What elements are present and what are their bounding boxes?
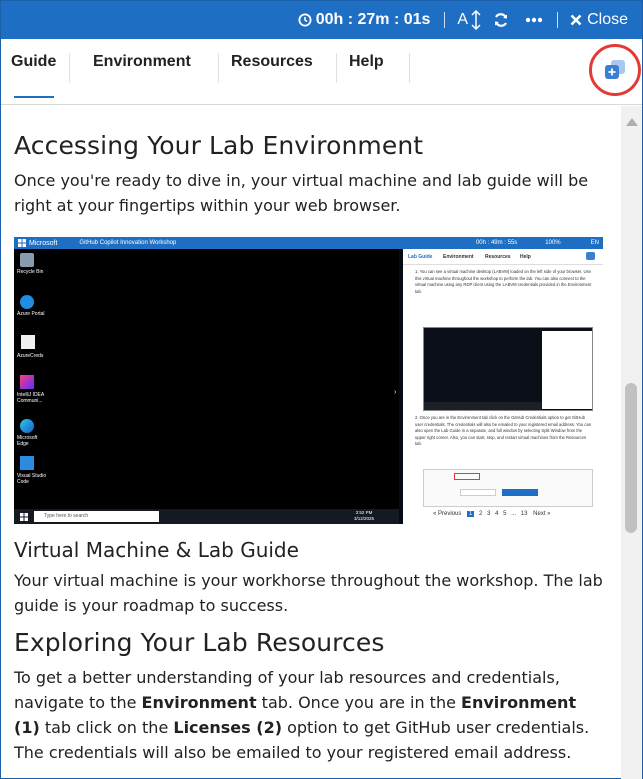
divider bbox=[444, 12, 446, 28]
more-options-button[interactable] bbox=[525, 17, 543, 23]
close-icon bbox=[570, 14, 582, 26]
embedded-tabs: Lab Guide Environment Resources Help bbox=[403, 249, 603, 265]
recycle-bin-icon bbox=[20, 253, 34, 267]
split-window-icon bbox=[605, 60, 625, 79]
pager-page: 3 bbox=[487, 511, 491, 517]
screenshot-top-bar: Microsoft GitHub Copilot Innovation Work… bbox=[14, 237, 603, 249]
bold-text: Environment bbox=[141, 693, 257, 712]
top-bar: 00h : 27m : 01s A Close bbox=[1, 1, 642, 39]
refresh-button[interactable] bbox=[493, 12, 509, 28]
pager-page: 5 bbox=[503, 511, 507, 517]
embedded-tab: Lab Guide bbox=[408, 254, 433, 260]
desktop-icon-label: IntelliJ IDEA Communi... bbox=[17, 392, 44, 404]
section-subheading: Virtual Machine & Lab Guide bbox=[14, 538, 299, 562]
guide-content: Accessing Your Lab Environment Once you'… bbox=[1, 106, 621, 779]
pager-page: 1 bbox=[467, 511, 475, 517]
vm-taskbar: Type here to search 3:52 PM 3/12/2025 bbox=[14, 509, 399, 524]
clock-icon bbox=[298, 13, 312, 27]
pager-next: Next » bbox=[533, 511, 551, 517]
pager-page: 4 bbox=[495, 511, 499, 517]
scrollbar-thumb[interactable] bbox=[625, 383, 637, 533]
desktop-icon-label: Azure Portal bbox=[17, 311, 45, 317]
screenshot-lang: EN bbox=[590, 240, 599, 246]
section-heading: Accessing Your Lab Environment bbox=[14, 131, 424, 160]
desktop-icon-label: AzureCreds bbox=[17, 353, 44, 359]
pager-ellipsis: ... bbox=[511, 511, 517, 517]
embedded-tab: Help bbox=[520, 254, 531, 260]
desktop-icon-label: Visual Studio Code bbox=[17, 473, 47, 485]
screenshot-timer: 00h : 49m : 55s bbox=[475, 240, 518, 246]
tab-resources[interactable]: Resources bbox=[231, 53, 313, 71]
taskbar-search: Type here to search bbox=[34, 511, 159, 522]
tab-help[interactable]: Help bbox=[349, 53, 384, 71]
azure-portal-icon bbox=[20, 295, 34, 309]
edge-icon bbox=[20, 419, 34, 433]
tab-guide[interactable]: Guide bbox=[11, 53, 56, 71]
tab-environment[interactable]: Environment bbox=[93, 53, 191, 71]
embedded-tab: Environment bbox=[443, 254, 474, 260]
close-label: Close bbox=[587, 11, 628, 28]
intellij-icon bbox=[20, 375, 34, 389]
collapse-arrow-icon: › bbox=[394, 389, 397, 396]
embedded-lab-guide: Lab Guide Environment Resources Help 1. … bbox=[403, 249, 603, 524]
document-icon bbox=[21, 335, 35, 349]
embedded-step-2: 2. Once you are in the Environment tab c… bbox=[415, 415, 592, 446]
section-heading: Exploring Your Lab Resources bbox=[14, 628, 385, 657]
brand-name: Microsoft bbox=[29, 239, 58, 247]
embedded-env-preview bbox=[423, 469, 593, 507]
vscode-icon bbox=[20, 456, 34, 470]
split-window-button[interactable] bbox=[603, 59, 627, 81]
refresh-icon bbox=[495, 13, 508, 27]
text: tab click on the bbox=[39, 718, 174, 737]
active-tab-indicator bbox=[14, 96, 54, 98]
text-size-label: A bbox=[457, 11, 469, 28]
timer-text: 00h : 27m : 01s bbox=[315, 11, 431, 28]
text-size-button[interactable]: A bbox=[457, 10, 481, 30]
divider bbox=[557, 12, 559, 28]
microsoft-logo-icon bbox=[18, 239, 26, 247]
paragraph: Your virtual machine is your workhorse t… bbox=[14, 571, 603, 615]
scroll-up-arrow-icon[interactable] bbox=[626, 118, 638, 126]
vertical-scrollbar[interactable] bbox=[621, 106, 642, 779]
embedded-tab: Resources bbox=[485, 254, 511, 260]
ellipsis-icon bbox=[525, 17, 543, 23]
paragraph: Once you're ready to dive in, your virtu… bbox=[14, 171, 589, 215]
tab-bar: Guide Environment Resources Help bbox=[1, 39, 642, 105]
embedded-screenshot bbox=[423, 327, 593, 411]
tab-divider bbox=[336, 53, 337, 83]
embedded-pagination: « Previous 1 2 3 4 5 ... 13 Next » bbox=[433, 511, 551, 517]
windows-start-icon bbox=[20, 513, 28, 521]
embedded-split-icon bbox=[586, 252, 595, 260]
bold-text: Licenses (2) bbox=[173, 718, 283, 737]
text: tab. Once you are in the bbox=[256, 693, 462, 712]
desktop-icon-label: Microsoft Edge bbox=[17, 435, 38, 447]
pager-prev: « Previous bbox=[433, 511, 462, 517]
embedded-step-1: 1. You can see a virtual machine desktop… bbox=[415, 269, 592, 294]
close-button[interactable]: Close bbox=[570, 11, 628, 29]
tab-divider bbox=[218, 53, 219, 83]
desktop-icon-label: Recycle Bin bbox=[17, 269, 44, 275]
screenshot-zoom: 100% bbox=[545, 240, 561, 246]
clock-date: 3/12/2025 bbox=[354, 516, 375, 521]
tab-divider bbox=[69, 53, 70, 83]
resize-vertical-icon bbox=[471, 10, 481, 30]
pager-page: 2 bbox=[479, 511, 483, 517]
tab-divider bbox=[409, 53, 410, 83]
vm-desktop: Recycle Bin Azure Portal AzureCreds Inte… bbox=[14, 249, 399, 509]
paragraph: To get a better understanding of your la… bbox=[14, 665, 607, 765]
lab-environment-screenshot: Microsoft GitHub Copilot Innovation Work… bbox=[14, 237, 603, 524]
workshop-title: GitHub Copilot Innovation Workshop bbox=[79, 240, 177, 246]
timer: 00h : 27m : 01s bbox=[298, 11, 431, 29]
pager-page: 13 bbox=[520, 511, 528, 517]
